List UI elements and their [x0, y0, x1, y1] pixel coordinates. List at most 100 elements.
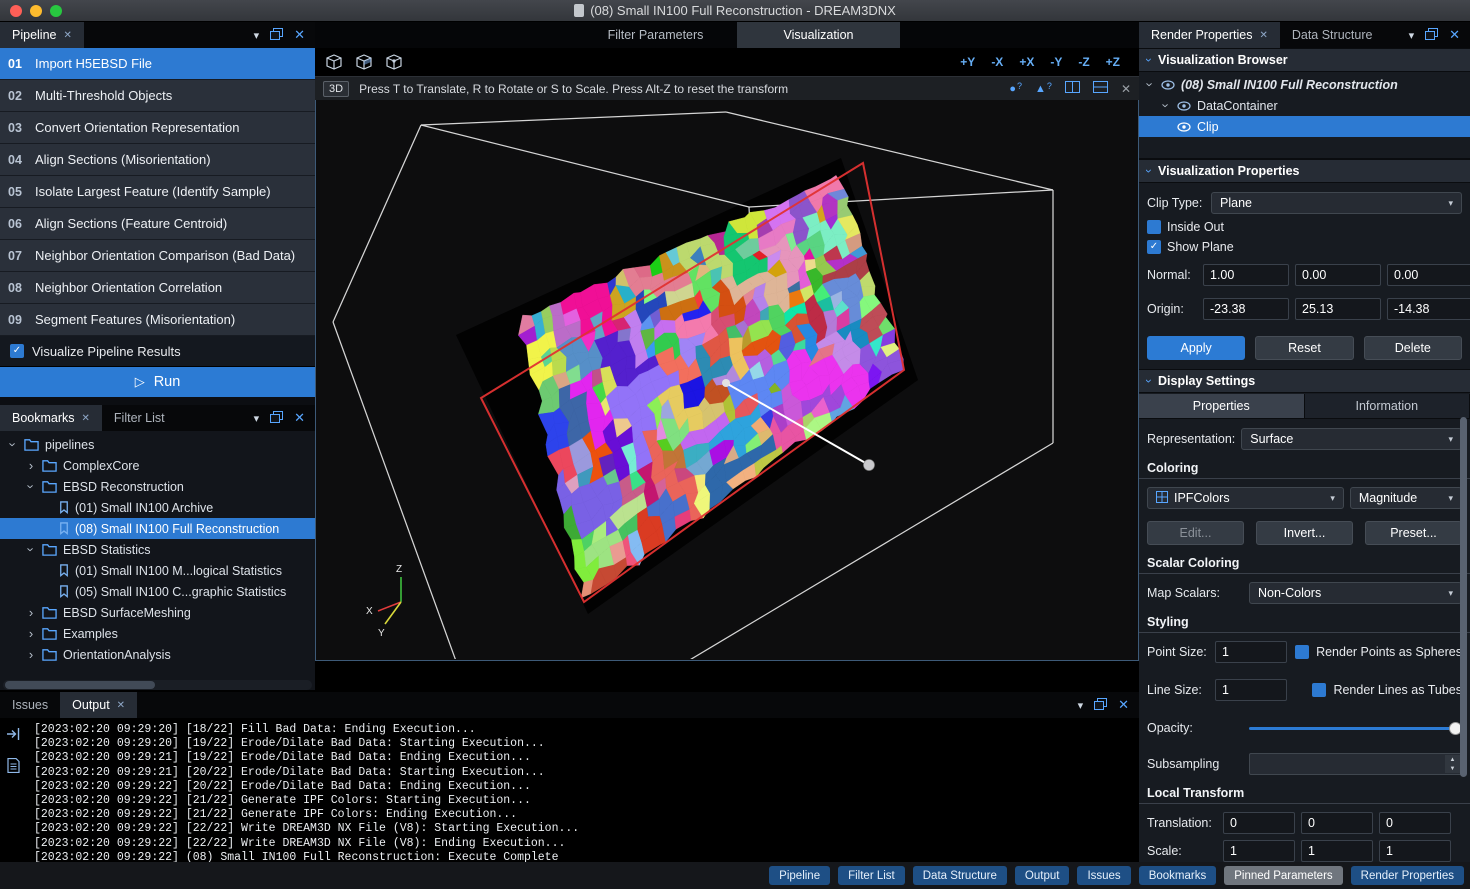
split-horizontal-icon[interactable] [1093, 81, 1108, 96]
chevron-down-icon[interactable]: › [1159, 101, 1174, 111]
chevron-down-icon[interactable]: › [6, 440, 21, 450]
close-icon[interactable]: ✕ [63, 30, 71, 41]
close-panel-icon[interactable]: ✕ [1118, 697, 1129, 713]
spin-up-icon[interactable]: ▲ [1445, 755, 1460, 764]
visualization-properties-header[interactable]: › Visualization Properties [1139, 159, 1470, 183]
close-window-button[interactable] [10, 5, 22, 17]
point-help-icon[interactable]: ●? [1009, 83, 1022, 95]
tab-bookmarks[interactable]: Bookmarks ✕ [0, 405, 102, 431]
apply-button[interactable]: Apply [1147, 336, 1245, 360]
opacity-slider[interactable] [1249, 717, 1462, 739]
axis-view-button[interactable]: -X [984, 53, 1010, 71]
panel-toggle-pipeline[interactable]: Pipeline [769, 866, 830, 885]
tree-bookmark-item[interactable]: (01) Small IN100 M...logical Statistics [0, 560, 315, 581]
browser-item[interactable]: ›(08) Small IN100 Full Reconstruction [1139, 74, 1470, 95]
pipeline-step[interactable]: 02Multi-Threshold Objects [0, 80, 315, 112]
tree-folder-item[interactable]: ›pipelines [0, 434, 315, 455]
subsampling-spinner[interactable]: ▲ ▼ [1249, 753, 1462, 775]
translation-z-field[interactable] [1379, 812, 1451, 834]
render-lines-as-tubes-option[interactable]: Render Lines as Tubes [1312, 683, 1462, 697]
visibility-icon[interactable] [1161, 80, 1175, 90]
chevron-down-icon[interactable]: › [1143, 80, 1158, 90]
display-settings-header[interactable]: › Display Settings [1139, 369, 1470, 393]
scale-z-field[interactable] [1379, 840, 1451, 862]
chevron-right-icon[interactable]: › [26, 605, 36, 620]
export-log-icon[interactable] [6, 727, 21, 744]
close-view-icon[interactable]: ✕ [1121, 82, 1131, 96]
vertical-scrollbar-thumb[interactable] [1460, 417, 1467, 777]
panel-toggle-output[interactable]: Output [1015, 866, 1070, 885]
float-panel-icon[interactable] [1425, 28, 1438, 43]
save-log-icon[interactable] [7, 758, 20, 776]
normal-x-field[interactable] [1203, 264, 1289, 286]
float-panel-icon[interactable] [270, 411, 283, 426]
origin-x-field[interactable] [1203, 298, 1289, 320]
render-lines-as-tubes-checkbox[interactable] [1312, 683, 1326, 697]
close-panel-icon[interactable]: ✕ [294, 410, 305, 426]
invert-colormap-button[interactable]: Invert... [1256, 521, 1353, 545]
render-mode-badge[interactable]: 3D [323, 81, 349, 97]
split-vertical-icon[interactable] [1065, 81, 1080, 96]
axis-view-button[interactable]: -Z [1071, 53, 1096, 71]
run-button[interactable]: ▷ Run [0, 367, 315, 397]
panel-menu-caret-icon[interactable]: ▾ [1078, 699, 1084, 712]
tab-render-properties[interactable]: Render Properties ✕ [1139, 22, 1280, 48]
panel-menu-caret-icon[interactable]: ▾ [254, 29, 260, 42]
pipeline-step[interactable]: 06Align Sections (Feature Centroid) [0, 208, 315, 240]
3d-viewport[interactable]: ZXY [315, 100, 1139, 661]
float-panel-icon[interactable] [1094, 698, 1107, 713]
pipeline-step[interactable]: 05Isolate Largest Feature (Identify Samp… [0, 176, 315, 208]
map-scalars-dropdown[interactable]: Non-Colors ▾ [1249, 582, 1462, 604]
chevron-right-icon[interactable]: › [26, 458, 36, 473]
origin-y-field[interactable] [1295, 298, 1381, 320]
tab-visualization[interactable]: Visualization [737, 22, 900, 48]
minimize-window-button[interactable] [30, 5, 42, 17]
tab-filter-parameters[interactable]: Filter Parameters [574, 22, 737, 48]
tree-bookmark-item[interactable]: (08) Small IN100 Full Reconstruction [0, 518, 315, 539]
chevron-down-icon[interactable]: › [24, 482, 39, 492]
axis-view-button[interactable]: +Y [953, 53, 982, 71]
tree-bookmark-item[interactable]: (01) Small IN100 Archive [0, 497, 315, 518]
panel-menu-caret-icon[interactable]: ▾ [1409, 29, 1415, 42]
visualize-results-checkbox[interactable]: ✓ [10, 344, 24, 358]
translation-x-field[interactable] [1223, 812, 1295, 834]
edit-colormap-button[interactable]: Edit... [1147, 521, 1244, 545]
panel-toggle-render-properties[interactable]: Render Properties [1351, 866, 1464, 885]
render-points-as-spheres-checkbox[interactable] [1295, 645, 1309, 659]
tab-issues[interactable]: Issues [0, 692, 60, 718]
eye-icon[interactable] [1177, 122, 1191, 132]
pipeline-step[interactable]: 01Import H5EBSD File [0, 48, 315, 80]
visualize-results-row[interactable]: ✓ Visualize Pipeline Results [0, 336, 315, 367]
scale-y-field[interactable] [1301, 840, 1373, 862]
close-panel-icon[interactable]: ✕ [294, 27, 305, 43]
close-icon[interactable]: ✕ [82, 413, 90, 424]
tree-folder-item[interactable]: ›EBSD Statistics [0, 539, 315, 560]
axis-view-button[interactable]: +X [1012, 53, 1041, 71]
pipeline-step[interactable]: 07Neighbor Orientation Comparison (Bad D… [0, 240, 315, 272]
chevron-right-icon[interactable]: › [26, 626, 36, 641]
browser-item[interactable]: Clip [1139, 116, 1470, 137]
render-points-as-spheres-option[interactable]: Render Points as Spheres [1295, 645, 1462, 659]
chevron-right-icon[interactable]: › [26, 647, 36, 662]
chevron-down-icon[interactable]: › [24, 545, 39, 555]
tree-folder-item[interactable]: ›ComplexCore [0, 455, 315, 476]
normal-z-field[interactable] [1387, 264, 1470, 286]
pipeline-step[interactable]: 04Align Sections (Misorientation) [0, 144, 315, 176]
slider-track[interactable] [1249, 727, 1462, 730]
browser-item[interactable]: ›DataContainer [1139, 95, 1470, 116]
close-icon[interactable]: ✕ [1259, 30, 1267, 41]
tree-folder-item[interactable]: ›EBSD SurfaceMeshing [0, 602, 315, 623]
origin-z-field[interactable] [1387, 298, 1470, 320]
spinner-buttons[interactable]: ▲ ▼ [1445, 755, 1460, 773]
axis-view-button[interactable]: -Y [1043, 53, 1069, 71]
translation-y-field[interactable] [1301, 812, 1373, 834]
close-icon[interactable]: ✕ [117, 700, 125, 711]
panel-toggle-pinned-parameters[interactable]: Pinned Parameters [1224, 866, 1342, 885]
horizontal-scrollbar[interactable] [3, 680, 312, 690]
preset-colormap-button[interactable]: Preset... [1365, 521, 1462, 545]
pipeline-step[interactable]: 03Convert Orientation Representation [0, 112, 315, 144]
representation-dropdown[interactable]: Surface ▾ [1241, 428, 1462, 450]
cube-orientation-icon[interactable] [385, 54, 403, 70]
tab-information[interactable]: Information [1305, 394, 1470, 418]
cell-help-icon[interactable]: ▲? [1035, 83, 1052, 95]
